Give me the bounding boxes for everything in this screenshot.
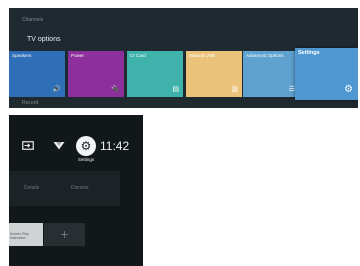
tile-advanced-options[interactable]: Advanced Options ☰ bbox=[243, 51, 299, 97]
gear-icon: ⚙ bbox=[344, 84, 353, 95]
settings-tooltip: Settings bbox=[77, 157, 95, 162]
details-button[interactable]: Details bbox=[24, 185, 39, 191]
tile-settings-label: Settings bbox=[298, 50, 320, 56]
manual-book-icon: ▥ bbox=[231, 86, 238, 93]
clock: 11:42 bbox=[100, 139, 130, 153]
record-label: Record bbox=[22, 100, 39, 106]
app-tile-label: Screen Play Instruction bbox=[10, 232, 29, 240]
tile-settings[interactable]: Settings ⚙ bbox=[295, 48, 358, 100]
tile-manual-usb-label: Manual USB bbox=[189, 53, 215, 58]
power-plug-icon: 🔌 bbox=[111, 86, 120, 93]
card-icon: ▤ bbox=[172, 86, 179, 93]
channels-label: Channels bbox=[22, 17, 44, 23]
add-app-button[interactable]: + bbox=[44, 223, 85, 246]
options-tile-row: Speakers 🔊 Power 🔌 CI Card ▤ Manual USB … bbox=[9, 48, 358, 100]
gear-icon: ⚙ bbox=[80, 139, 92, 153]
tile-power-label: Power bbox=[71, 53, 85, 58]
tile-advanced-options-label: Advanced Options bbox=[246, 53, 284, 58]
input-source-icon[interactable] bbox=[22, 138, 34, 154]
tile-speakers[interactable]: Speakers 🔊 bbox=[9, 51, 65, 97]
speaker-icon: 🔊 bbox=[52, 86, 61, 93]
tile-power[interactable]: Power 🔌 bbox=[68, 51, 124, 97]
tv-options-title: TV options bbox=[27, 36, 61, 43]
app-tile[interactable]: Screen Play Instruction bbox=[9, 223, 43, 246]
tile-ci-card[interactable]: CI Card ▤ bbox=[127, 51, 183, 97]
tv-options-panel: Channels TV options Speakers 🔊 Power 🔌 C… bbox=[9, 8, 358, 108]
tile-ci-card-label: CI Card bbox=[130, 53, 146, 58]
notification-actions: Details Dismiss bbox=[9, 171, 120, 206]
dismiss-button[interactable]: Dismiss bbox=[71, 185, 89, 191]
status-bar-panel: ⚙ Settings 11:42 Details Dismiss Screen … bbox=[9, 115, 143, 266]
plus-icon: + bbox=[60, 226, 69, 242]
settings-button[interactable]: ⚙ bbox=[76, 136, 96, 156]
tile-speakers-label: Speakers bbox=[12, 53, 32, 58]
tile-manual-usb[interactable]: Manual USB ▥ bbox=[186, 51, 242, 97]
wifi-icon[interactable] bbox=[53, 138, 65, 154]
